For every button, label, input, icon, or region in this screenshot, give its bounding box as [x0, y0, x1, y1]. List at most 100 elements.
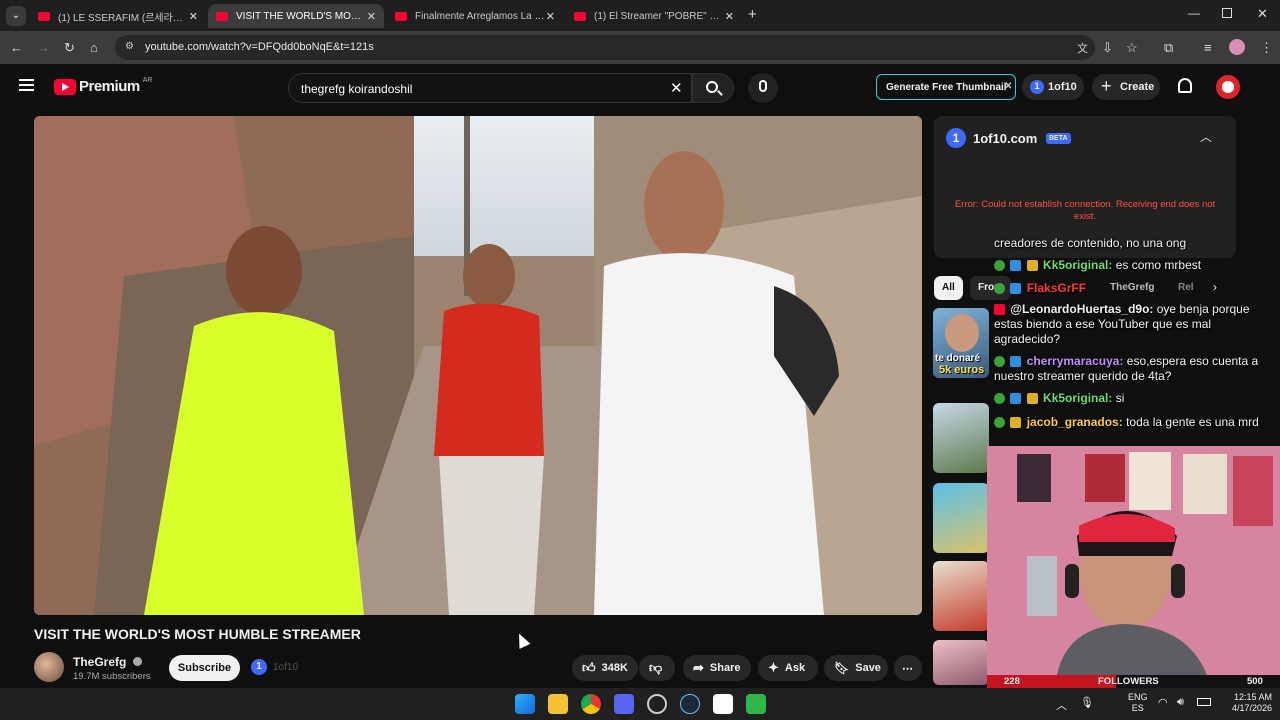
search-input[interactable]: thegrefg koirandoshil ✕ — [288, 73, 692, 103]
start-windows-icon[interactable] — [515, 694, 535, 714]
back-icon[interactable]: ← — [10, 40, 23, 55]
clock[interactable]: 12:15 AM 4/17/2026 — [1222, 692, 1272, 714]
oneof10-logo-icon: 1 — [1030, 80, 1044, 94]
close-tab-icon[interactable]: ✕ — [189, 10, 198, 23]
volume-icon[interactable]: 🔊︎ — [1177, 696, 1184, 709]
channel-name[interactable]: TheGrefg — [73, 655, 142, 669]
browser-menu-icon[interactable]: ⋮ — [1260, 40, 1273, 56]
steam-icon[interactable] — [680, 694, 700, 714]
chat-badge-icon — [994, 393, 1005, 404]
youtube-favicon-icon — [574, 11, 586, 21]
chat-text: toda la gente es una mrd — [1126, 415, 1259, 429]
verified-icon — [132, 657, 142, 666]
home-icon[interactable]: ⌂ — [90, 40, 98, 55]
channel-avatar[interactable] — [34, 652, 64, 682]
generate-thumbnail-button[interactable]: Generate Free Thumbnail ✕ — [876, 74, 1016, 100]
save-button[interactable]: 🔖︎ Save — [824, 655, 888, 681]
followers-current: 228 — [1004, 676, 1020, 687]
close-icon[interactable]: ✕ — [1004, 81, 1012, 92]
close-tab-icon[interactable]: ✕ — [725, 10, 734, 23]
followers-goal-bar: 228 FOLLOWERS 500 — [987, 675, 1280, 688]
create-button[interactable]: + Create — [1092, 74, 1160, 100]
tab-search-icon[interactable]: ⌄ — [6, 6, 26, 26]
browser-tab-bar: ⌄ (1) LE SSERAFIM (르세라핌) 'Co ✕ VISIT THE… — [0, 0, 1280, 31]
bookmark-star-icon[interactable]: ☆ — [1126, 40, 1138, 56]
recommended-thumbnail-4[interactable] — [933, 561, 989, 631]
site-info-icon[interactable]: ⚙ — [125, 41, 134, 52]
extensions-icon[interactable]: ⧉ — [1164, 40, 1173, 56]
tab-2[interactable]: VISIT THE WORLD'S MOST HUM ✕ — [208, 4, 384, 28]
language-bottom: ES — [1131, 703, 1144, 713]
chrome-icon[interactable] — [581, 694, 601, 714]
maximize-icon[interactable] — [1222, 8, 1232, 18]
video-player[interactable] — [34, 116, 922, 615]
generate-thumbnail-label: Generate Free Thumbnail — [886, 82, 1007, 93]
dislike-button[interactable]: 👎︎ — [639, 655, 675, 681]
followers-goal: 500 — [1247, 676, 1263, 687]
chat-message: Kk5original: si — [994, 391, 1280, 406]
address-toolbar: ← → ↻ ⌂ ⚙ youtube.com/watch?v=DFQdd0boNq… — [0, 31, 1280, 64]
tab-1[interactable]: (1) LE SSERAFIM (르세라핌) 'Co ✕ — [30, 4, 206, 28]
recommended-thumbnail-2[interactable] — [933, 403, 989, 473]
thumbnail-text-1: te donaré — [935, 353, 981, 364]
clear-search-icon[interactable]: ✕ — [670, 79, 683, 97]
tab-3[interactable]: Finalmente Arreglamos La Casa ✕ — [387, 4, 563, 28]
youtube-favicon-icon — [38, 11, 50, 21]
notion-icon[interactable] — [713, 694, 733, 714]
youtube-logo[interactable]: Premium AR — [54, 77, 152, 95]
app-icon[interactable] — [647, 694, 667, 714]
microphone-tray-icon[interactable]: 🎙︎ — [1080, 696, 1094, 709]
recommended-thumbnail-3[interactable] — [933, 483, 989, 553]
file-explorer-icon[interactable] — [548, 694, 568, 714]
recommended-thumbnail-5[interactable] — [933, 640, 989, 685]
new-tab-icon[interactable]: + — [748, 6, 757, 23]
thumbnail-face — [945, 314, 979, 352]
wifi-icon[interactable]: ◠ — [1158, 696, 1168, 709]
collapse-chevron-icon[interactable]: ︿ — [1200, 128, 1212, 145]
search-button[interactable] — [692, 73, 734, 103]
more-actions-button[interactable]: ⋯ — [894, 655, 922, 681]
oneof10-channel-tag[interactable]: 1 1of10 — [251, 659, 298, 675]
notifications-bell-icon[interactable] — [1178, 78, 1192, 93]
discord-icon[interactable] — [614, 694, 634, 714]
like-button[interactable]: 👍︎ 348K — [572, 655, 638, 681]
webcam-frame — [987, 446, 1280, 675]
profile-avatar[interactable] — [1229, 39, 1245, 55]
subscriber-count: 19.7M subscribers — [73, 671, 151, 682]
share-button[interactable]: ➦ Share — [683, 655, 751, 681]
close-window-icon[interactable]: ✕ — [1257, 6, 1268, 22]
chat-username: cherrymaracuya: — [1026, 354, 1124, 368]
forward-icon[interactable]: → — [37, 40, 50, 55]
subscribe-button[interactable]: Subscribe — [169, 655, 240, 681]
hamburger-menu-icon[interactable] — [19, 79, 34, 91]
share-arrow-icon: ➦ — [693, 660, 704, 675]
url-bar[interactable]: ⚙ youtube.com/watch?v=DFQdd0boNqE&t=121s… — [115, 35, 1095, 60]
chip-all[interactable]: All — [934, 276, 963, 300]
reload-icon[interactable]: ↻ — [64, 40, 75, 56]
chat-username: FlaksGrFF — [1026, 281, 1087, 295]
beta-badge: BETA — [1046, 133, 1071, 144]
chat-badge-icon — [1010, 260, 1022, 271]
tray-chevron-icon[interactable]: ︿ — [1056, 697, 1067, 713]
close-tab-icon[interactable]: ✕ — [546, 10, 555, 23]
battery-icon[interactable] — [1197, 698, 1211, 706]
youtube-header: Premium AR thegrefg koirandoshil ✕ Gener… — [0, 64, 1280, 110]
chat-username: jacob_granados: — [1026, 415, 1123, 429]
voice-search-button[interactable] — [748, 73, 778, 103]
close-tab-icon[interactable]: ✕ — [367, 10, 376, 23]
app-green-icon[interactable] — [746, 694, 766, 714]
followers-label: FOLLOWERS — [1098, 676, 1159, 687]
ask-button[interactable]: ✦ Ask — [758, 655, 818, 681]
input-language[interactable]: ENG ES — [1128, 692, 1148, 714]
thumbnail-text-2: 5k euros — [939, 364, 985, 376]
youtube-badge-icon — [994, 304, 1005, 315]
account-avatar[interactable] — [1216, 75, 1240, 99]
install-app-icon[interactable]: ⇩ — [1102, 40, 1113, 56]
translate-icon[interactable]: 文 — [1077, 40, 1088, 56]
oneof10-button[interactable]: 1 1of10 — [1022, 74, 1084, 100]
tab-4[interactable]: (1) El Streamer "POBRE" Más M ✕ — [566, 4, 742, 28]
minimize-icon[interactable]: — — [1188, 6, 1200, 20]
sparkle-icon: ✦ — [768, 660, 779, 675]
media-control-icon[interactable]: ≡ — [1204, 40, 1212, 55]
recommended-thumbnail-1[interactable]: te donaré 5k euros — [933, 308, 989, 378]
